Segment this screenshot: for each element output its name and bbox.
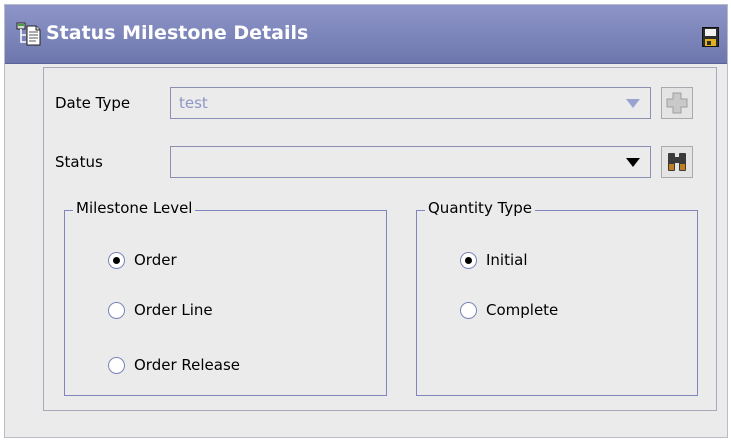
page-title: Status Milestone Details [46, 22, 309, 44]
save-icon[interactable] [702, 27, 719, 47]
add-icon [666, 92, 688, 114]
radio-order[interactable]: Order [108, 251, 177, 269]
radio-button[interactable] [460, 301, 477, 319]
radio-button[interactable] [108, 301, 125, 319]
binoculars-icon [668, 153, 686, 171]
radio-initial-label: Initial [486, 251, 528, 269]
radio-selected-dot [465, 256, 472, 264]
status-label: Status [55, 153, 103, 171]
radio-order-release[interactable]: Order Release [108, 356, 240, 374]
quantity-type-group: Quantity Type Initial Complete [416, 199, 698, 396]
details-form: Date Type test Status Milestone Level Or… [43, 67, 717, 411]
date-type-value: test [179, 94, 208, 112]
radio-order-release-label: Order Release [134, 356, 241, 374]
radio-complete-label: Complete [486, 301, 559, 319]
radio-order-line-label: Order Line [134, 301, 213, 319]
radio-button[interactable] [460, 251, 477, 269]
chevron-down-icon [626, 158, 640, 167]
radio-initial[interactable]: Initial [460, 251, 528, 269]
chevron-down-icon [626, 99, 640, 108]
milestone-level-group: Milestone Level Order Order Line Order R… [64, 199, 387, 396]
document-tree-icon [16, 22, 41, 46]
date-type-select[interactable]: test [170, 87, 651, 119]
status-lookup-button[interactable] [661, 146, 693, 178]
status-select[interactable] [170, 146, 651, 178]
radio-selected-dot [113, 256, 120, 264]
radio-button[interactable] [108, 356, 125, 374]
radio-button[interactable] [108, 251, 125, 269]
title-bar: Status Milestone Details [5, 5, 727, 64]
radio-order-label: Order [134, 251, 177, 269]
milestone-level-legend: Milestone Level [73, 199, 196, 217]
radio-complete[interactable]: Complete [460, 301, 558, 319]
radio-order-line[interactable]: Order Line [108, 301, 213, 319]
quantity-type-legend: Quantity Type [425, 199, 536, 217]
add-date-type-button[interactable] [661, 87, 693, 119]
status-milestone-panel: Status Milestone Details Date Type test … [4, 4, 728, 438]
date-type-label: Date Type [55, 94, 131, 112]
